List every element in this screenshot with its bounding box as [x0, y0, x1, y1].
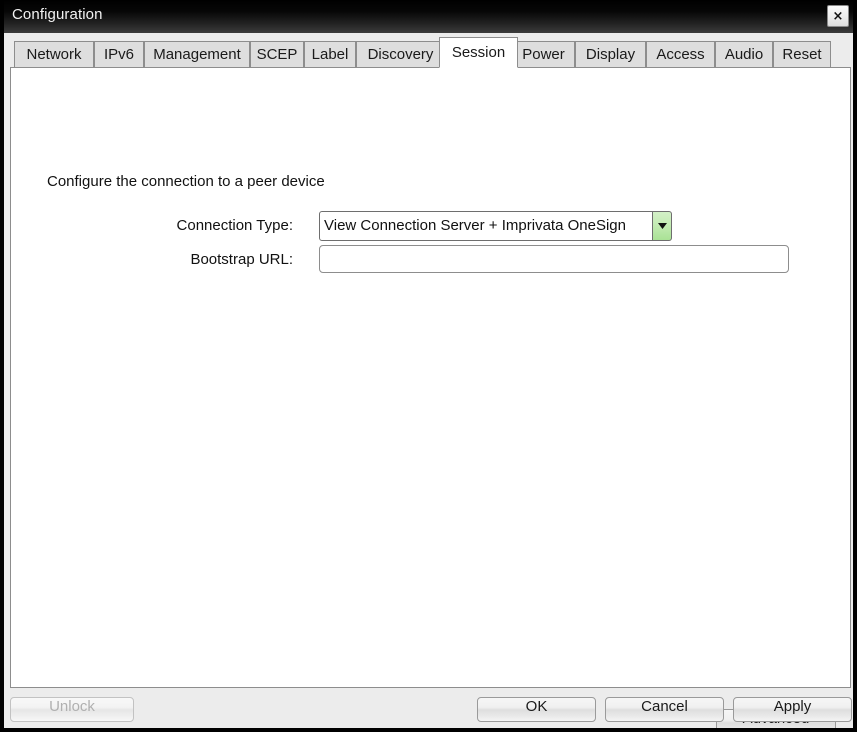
- cancel-button[interactable]: Cancel: [605, 697, 724, 722]
- bootstrap-url-input[interactable]: [319, 245, 789, 273]
- connection-type-label: Connection Type:: [176, 217, 293, 234]
- connection-type-value: View Connection Server + Imprivata OneSi…: [319, 211, 653, 241]
- chevron-down-icon[interactable]: [653, 211, 672, 241]
- tab-management[interactable]: Management: [144, 41, 250, 68]
- apply-button[interactable]: Apply: [733, 697, 852, 722]
- window-title: Configuration: [12, 6, 103, 23]
- tab-access[interactable]: Access: [646, 41, 715, 68]
- tab-power[interactable]: Power: [512, 41, 575, 68]
- tab-scep[interactable]: SCEP: [250, 41, 304, 68]
- unlock-button[interactable]: Unlock: [10, 697, 134, 722]
- tab-network[interactable]: Network: [14, 41, 94, 68]
- connection-type-row: Connection Type: View Connection Server …: [11, 211, 850, 241]
- bootstrap-url-row: Bootstrap URL:: [11, 245, 850, 275]
- close-button[interactable]: ×: [827, 5, 849, 27]
- ok-button[interactable]: OK: [477, 697, 596, 722]
- close-icon: ×: [832, 8, 844, 24]
- title-bar: Configuration ×: [4, 0, 853, 33]
- tab-discovery[interactable]: Discovery: [356, 41, 445, 68]
- configuration-window: Configuration × Network IPv6 Management SCE…: [0, 0, 857, 732]
- tab-reset[interactable]: Reset: [773, 41, 831, 68]
- tab-label[interactable]: Label: [304, 41, 356, 68]
- tab-audio[interactable]: Audio: [715, 41, 773, 68]
- tab-display[interactable]: Display: [575, 41, 646, 68]
- connection-type-select[interactable]: View Connection Server + Imprivata OneSi…: [319, 211, 672, 241]
- section-caption: Configure the connection to a peer devic…: [47, 173, 325, 190]
- tab-bar: Network IPv6 Management SCEP Label Discovery S…: [10, 37, 853, 68]
- bootstrap-url-label: Bootstrap URL:: [190, 251, 293, 268]
- tab-ipv6[interactable]: IPv6: [94, 41, 144, 68]
- tab-session[interactable]: Session: [439, 37, 518, 68]
- session-tab-panel: Configure the connection to a peer devic…: [10, 67, 851, 728]
